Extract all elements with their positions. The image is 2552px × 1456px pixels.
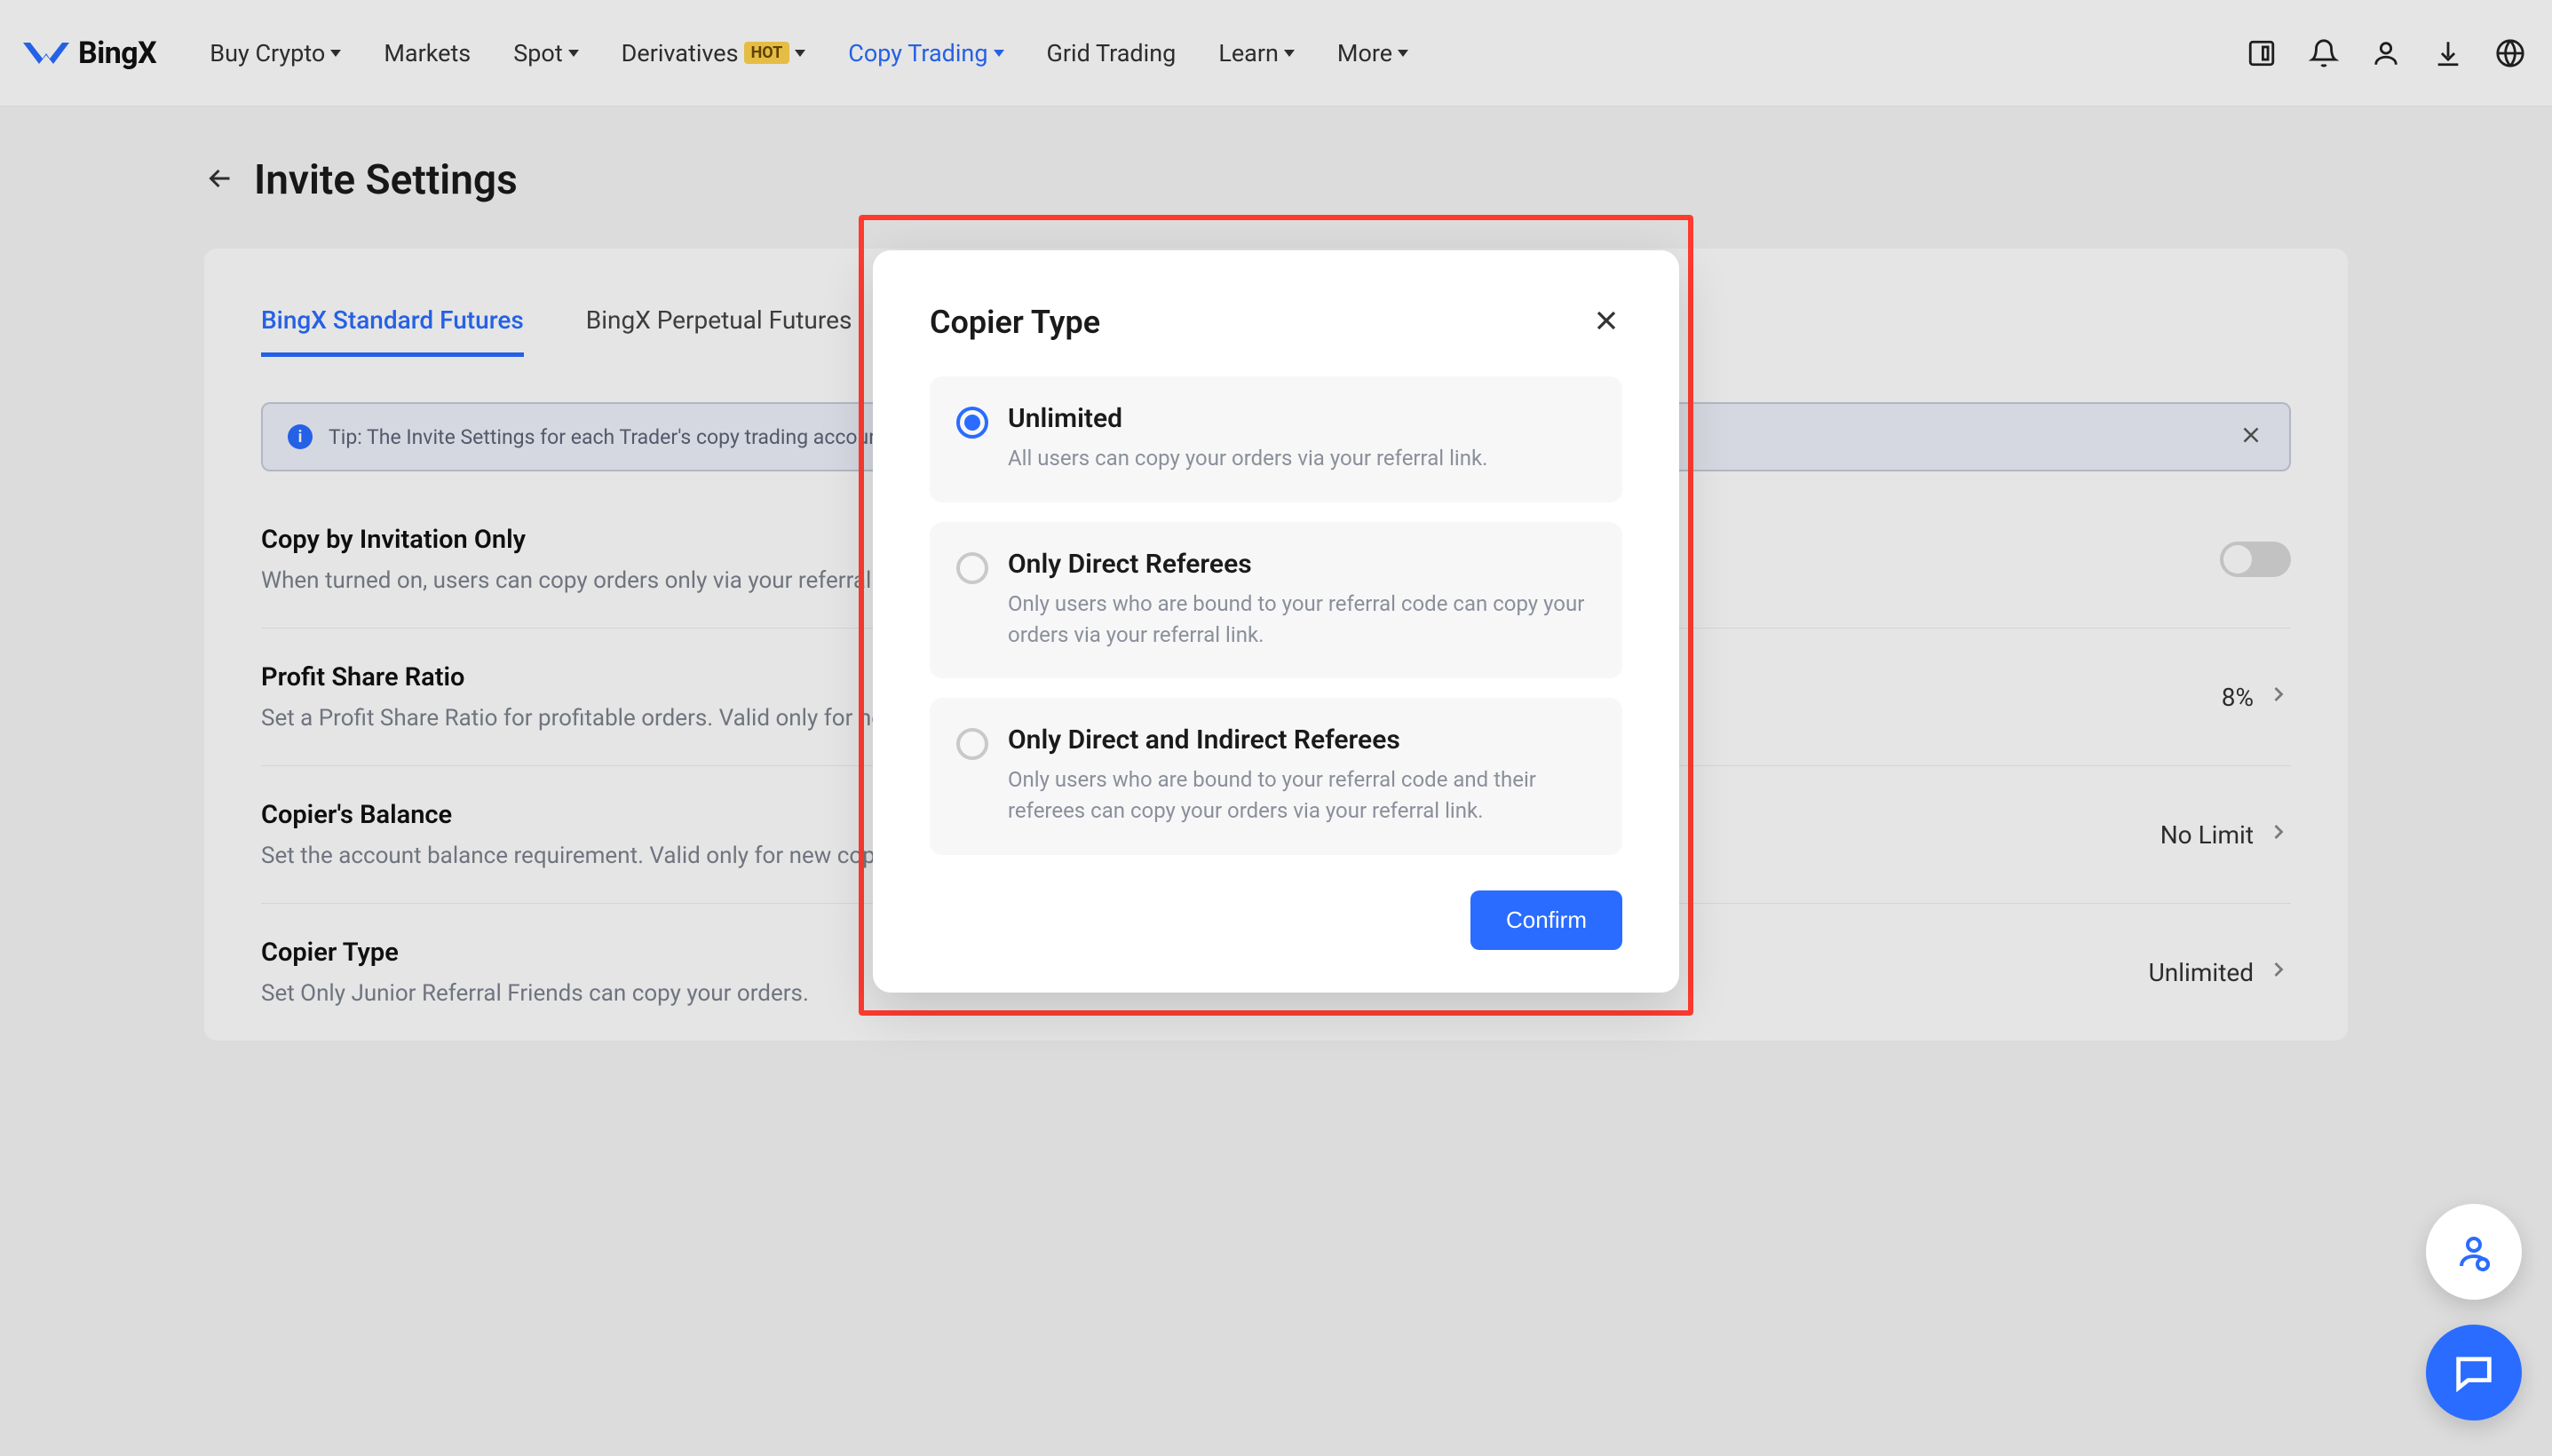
radio[interactable] — [956, 552, 988, 584]
radio[interactable] — [956, 728, 988, 760]
fab-user[interactable] — [2426, 1204, 2522, 1300]
modal-title: Copier Type — [930, 304, 1100, 341]
option-only-direct-and-indirect-referees[interactable]: Only Direct and Indirect Referees Only us… — [930, 698, 1622, 855]
modal-options: Unlimited All users can copy your orders … — [930, 376, 1622, 855]
option-desc: Only users who are bound to your referra… — [1008, 589, 1596, 651]
modal-footer: Confirm — [930, 890, 1622, 950]
confirm-button[interactable]: Confirm — [1470, 890, 1622, 950]
highlight-box: Copier Type Unlimited All users can copy … — [859, 215, 1693, 1016]
option-desc: Only users who are bound to your referra… — [1008, 764, 1596, 827]
option-title: Only Direct Referees — [1008, 549, 1596, 580]
copier-type-modal: Copier Type Unlimited All users can copy … — [873, 250, 1679, 993]
close-icon[interactable] — [1590, 305, 1622, 340]
option-unlimited[interactable]: Unlimited All users can copy your orders … — [930, 376, 1622, 502]
option-text: Unlimited All users can copy your orders … — [1008, 403, 1487, 474]
radio[interactable] — [956, 407, 988, 439]
modal-overlay: Copier Type Unlimited All users can copy … — [0, 0, 2552, 1456]
option-only-direct-referees[interactable]: Only Direct Referees Only users who are b… — [930, 522, 1622, 679]
option-text: Only Direct and Indirect Referees Only us… — [1008, 724, 1596, 827]
option-title: Unlimited — [1008, 403, 1487, 434]
option-title: Only Direct and Indirect Referees — [1008, 724, 1596, 756]
fab-support[interactable] — [2426, 1325, 2522, 1420]
option-text: Only Direct Referees Only users who are b… — [1008, 549, 1596, 651]
option-desc: All users can copy your orders via your … — [1008, 443, 1487, 474]
modal-header: Copier Type — [930, 304, 1622, 341]
